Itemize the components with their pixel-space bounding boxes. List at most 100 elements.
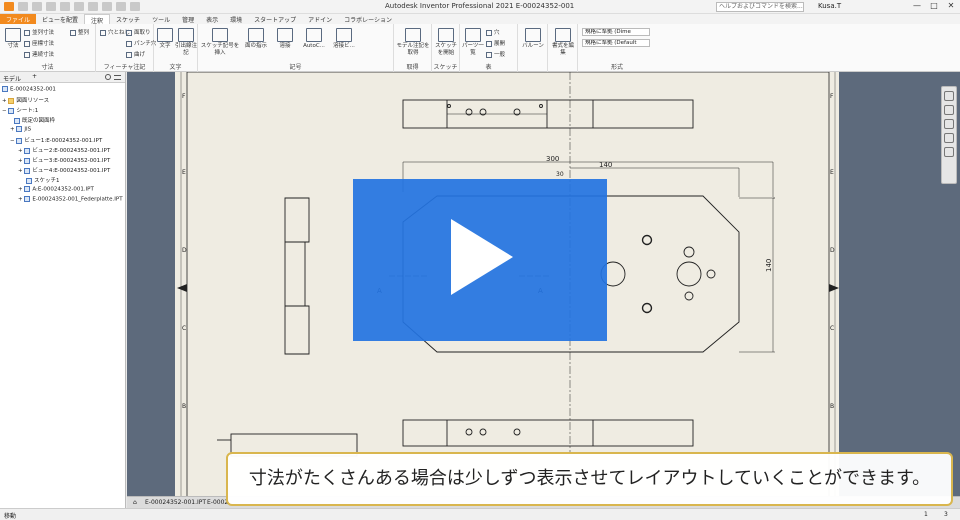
group-label-dimension: 寸法 xyxy=(41,64,54,71)
tab-get-started[interactable]: スタートアップ xyxy=(248,14,302,24)
menu-icon[interactable] xyxy=(114,75,121,80)
balloon-button[interactable]: バルーン xyxy=(520,28,546,50)
tree-item-jis[interactable]: + JIS xyxy=(10,126,31,133)
tree-item-sheet1[interactable]: − シート:1 xyxy=(2,106,38,114)
dimension-300: 300 xyxy=(546,155,559,163)
zoom-window-icon[interactable] xyxy=(944,133,954,143)
dimension-button[interactable]: 寸法 xyxy=(2,28,24,50)
status-count-2: 3 xyxy=(944,511,948,518)
save-icon[interactable] xyxy=(46,2,56,11)
zoom-icon[interactable] xyxy=(944,119,954,129)
look-at-icon[interactable] xyxy=(944,147,954,157)
tree-item-view2[interactable]: + ビュー2:E-00024352-001.IPT xyxy=(18,146,110,154)
hole-table-button[interactable]: 穴 xyxy=(486,28,500,36)
zone-letter-e-right: E xyxy=(830,169,834,176)
edit-style-button[interactable]: 書式を編集 xyxy=(550,28,576,57)
retrieve-model-annotations-button[interactable]: モデル注記を取得 xyxy=(396,28,430,57)
tab-place-views[interactable]: ビューを配置 xyxy=(36,14,84,24)
title-block-icon xyxy=(16,126,23,132)
group-style-edit: 書式を編集 xyxy=(548,24,578,72)
tab-view[interactable]: 表示 xyxy=(200,14,224,24)
weld-bead-button[interactable]: 溶接ビ... xyxy=(330,28,358,50)
group-label-symbols: 記号 xyxy=(289,64,302,71)
tree-item-root[interactable]: E-00024352-001 xyxy=(2,86,56,93)
layer-style-select[interactable]: 規格に準拠 (Default xyxy=(582,39,650,47)
user-name[interactable]: Kusa.T xyxy=(818,2,841,10)
new-file-icon[interactable] xyxy=(18,2,28,11)
welding-button[interactable]: 溶接 xyxy=(272,28,298,50)
open-file-icon[interactable] xyxy=(32,2,42,11)
pan-icon[interactable] xyxy=(944,105,954,115)
text-button[interactable]: 文字 xyxy=(156,28,174,50)
start-sketch-button[interactable]: スケッチを開始 xyxy=(434,28,458,57)
bend-button[interactable]: 曲げ xyxy=(126,50,145,58)
baseline-dim-button[interactable]: 並列寸法 xyxy=(24,28,54,36)
tree-item-view1[interactable]: − ビュー1:E-00024352-001.IPT xyxy=(10,136,102,144)
play-icon[interactable] xyxy=(451,219,513,295)
document-tab-1[interactable]: E-00024352-001.IPT xyxy=(145,499,206,506)
zone-letter-d: D xyxy=(182,247,187,254)
tab-environments[interactable]: 環境 xyxy=(224,14,248,24)
group-symbols: スケッチ記号を挿入 面の指示 溶接 AutoC... 溶接ビ... 記号 xyxy=(198,24,394,72)
minimize-button[interactable]: — xyxy=(912,2,922,11)
tab-collaborate[interactable]: コラボレーション xyxy=(338,14,398,24)
tree-item-federplatte[interactable]: + E-00024352-001_Federplatte.IPT xyxy=(18,196,123,203)
insert-sketch-symbol-button[interactable]: スケッチ記号を挿入 xyxy=(200,28,240,57)
leader-text-button[interactable]: 引出線注記 xyxy=(175,28,197,57)
tree-item-view3[interactable]: + ビュー3:E-00024352-001.IPT xyxy=(18,156,110,164)
tree-item-drawing-resources[interactable]: + 図面リソース xyxy=(2,96,49,104)
navigation-wheel-icon[interactable] xyxy=(944,91,954,101)
zone-letter-b: B xyxy=(182,403,186,410)
dimension-style-select[interactable]: 規格に準拠 (Dime xyxy=(582,28,650,36)
group-feature-notes: 穴とねじ 面取り パンチ穴 曲げ フィーチャ注記 xyxy=(96,24,156,72)
status-bar: 移動 1 3 xyxy=(0,508,960,520)
zone-letter-d-right: D xyxy=(830,247,835,254)
tab-addins[interactable]: アドイン xyxy=(302,14,338,24)
tree-item-sketch1[interactable]: スケッチ1 xyxy=(26,176,60,184)
autocenter-button[interactable]: AutoC... xyxy=(300,28,328,50)
video-play-overlay[interactable] xyxy=(353,179,607,341)
material-icon[interactable] xyxy=(130,2,140,11)
zone-letter-f: F xyxy=(182,93,186,100)
group-label-format: 形式 xyxy=(610,64,623,71)
tab-file[interactable]: ファイル xyxy=(0,14,37,24)
group-retrieve: モデル注記を取得 取得 xyxy=(394,24,432,72)
app-logo-icon[interactable] xyxy=(4,2,14,11)
flat-pattern-table-button[interactable]: 展開 xyxy=(486,39,505,47)
chain-dim-button[interactable]: 連続寸法 xyxy=(24,50,54,58)
border-icon xyxy=(14,117,20,124)
window-title: Autodesk Inventor Professional 2021 E-00… xyxy=(385,2,575,10)
view-icon xyxy=(24,167,31,174)
tab-annotate[interactable]: 注釈 xyxy=(84,14,111,25)
redo-icon[interactable] xyxy=(74,2,84,11)
home-icon[interactable] xyxy=(88,2,98,11)
group-label-feature-notes: フィーチャ注記 xyxy=(103,64,146,71)
tab-manage[interactable]: 管理 xyxy=(176,14,200,24)
group-label-retrieve: 取得 xyxy=(406,64,419,71)
ribbon-panel: 寸法 並列寸法 座標寸法 連続寸法 整列 寸法 穴とねじ 面取り パンチ穴 曲げ… xyxy=(0,24,960,72)
group-dimension: 寸法 並列寸法 座標寸法 連続寸法 整列 寸法 xyxy=(0,24,96,72)
chamfer-button[interactable]: 面取り xyxy=(126,28,151,36)
arrange-button[interactable]: 整列 xyxy=(70,28,89,36)
search-icon[interactable] xyxy=(105,74,111,80)
add-browser-tab-button[interactable]: + xyxy=(32,73,37,80)
ordinate-dim-button[interactable]: 座標寸法 xyxy=(24,39,54,47)
surface-texture-button[interactable]: 面の指示 xyxy=(242,28,270,50)
punch-button[interactable]: パンチ穴 xyxy=(126,39,156,47)
parts-list-button[interactable]: パーツ一覧 xyxy=(462,28,484,57)
browser-header: モデル + xyxy=(0,72,125,83)
help-search-input[interactable]: ヘルプおよびコマンドを検索... xyxy=(716,2,804,12)
select-icon[interactable] xyxy=(116,2,126,11)
tree-item-section-a[interactable]: + A:E-00024352-001.IPT xyxy=(18,186,94,193)
maximize-button[interactable]: □ xyxy=(929,2,939,11)
undo-icon[interactable] xyxy=(60,2,70,11)
tree-item-default-border[interactable]: 既定の図面枠 xyxy=(14,116,55,124)
group-label-table: 表 xyxy=(485,64,492,71)
tab-tools[interactable]: ツール xyxy=(146,14,176,24)
tree-item-view4[interactable]: + ビュー4:E-00024352-001.IPT xyxy=(18,166,110,174)
close-button[interactable]: ✕ xyxy=(946,2,956,11)
tab-sketch[interactable]: スケッチ xyxy=(110,14,146,24)
home-tab-icon[interactable]: ⌂ xyxy=(133,499,137,506)
general-table-button[interactable]: 一般 xyxy=(486,50,505,58)
update-icon[interactable] xyxy=(102,2,112,11)
